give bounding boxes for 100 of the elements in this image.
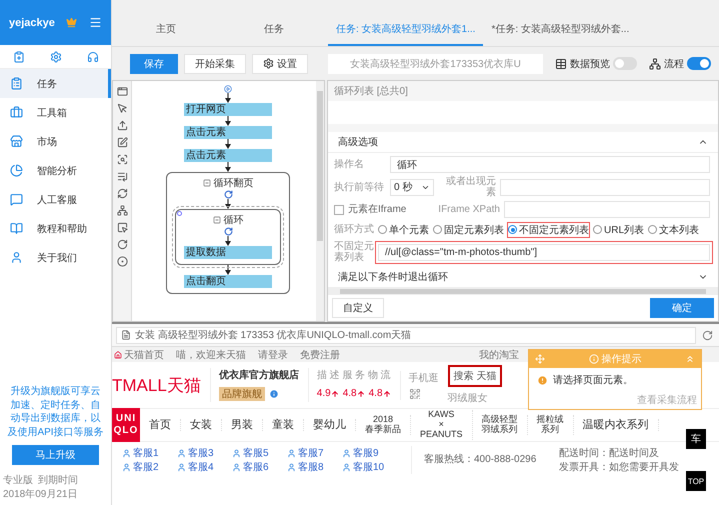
loop-icon — [224, 227, 232, 236]
xpath-field[interactable] — [504, 201, 710, 218]
store-name[interactable]: 优衣库官方旗舰店 — [218, 368, 299, 382]
cart-button[interactable]: 车 — [686, 429, 706, 449]
xpath-list-field[interactable]: //ul[@class="tm-m-photos-thumb"] — [378, 244, 710, 261]
person-icon — [232, 448, 241, 458]
person-icon — [342, 462, 351, 472]
step-node[interactable]: 点击元素 — [184, 126, 272, 139]
nav-link[interactable]: 女装 — [181, 418, 222, 432]
person-icon — [342, 448, 351, 458]
settings-icon[interactable] — [50, 50, 62, 62]
service-link[interactable]: 客服8 — [287, 460, 342, 474]
service-link[interactable]: 客服10 — [342, 460, 397, 474]
mouse-icon[interactable] — [116, 103, 128, 114]
tab[interactable]: *任务: 女装高级轻型羽绒外套... — [483, 22, 638, 46]
service-link[interactable]: 客服1 — [122, 446, 177, 460]
upgrade-promo: 升级为旗舰版可享云加速、定时任务、自动导出到数据库，以及使用API接口等服务 — [6, 385, 105, 439]
user-name: yejackye — [9, 16, 55, 28]
service-link[interactable]: 客服3 — [177, 446, 232, 460]
flow-arrow — [224, 139, 232, 149]
top-link[interactable]: 我的淘宝 — [479, 348, 519, 362]
collapse-icon[interactable] — [202, 179, 210, 187]
upload-icon[interactable] — [116, 120, 128, 131]
search-field[interactable]: 搜索 天猫 — [448, 365, 502, 387]
service-link[interactable]: 客服2 — [122, 460, 177, 474]
up-arrow-icon — [382, 390, 391, 398]
start-button[interactable]: 开始采集 — [184, 54, 246, 74]
step-node[interactable]: 提取数据 — [184, 246, 272, 259]
person-icon — [122, 448, 131, 458]
delivery-info: 配送时间：配送时间及 — [559, 446, 659, 460]
scrollbar[interactable] — [316, 81, 324, 321]
service-link[interactable]: 客服6 — [232, 460, 287, 474]
selection-handle[interactable] — [177, 211, 182, 216]
toggle-switch[interactable] — [687, 57, 711, 70]
collapse-icon[interactable] — [212, 216, 220, 224]
service-link[interactable]: 客服7 — [287, 446, 342, 460]
radio-option[interactable]: 单个元素 — [378, 222, 429, 237]
nav-item[interactable]: 任务 — [0, 69, 111, 98]
top-link[interactable]: 喵，欢迎来天猫 — [176, 348, 246, 362]
service-link[interactable]: 客服9 — [342, 446, 397, 460]
record-icon[interactable] — [116, 256, 128, 267]
hierarchy-icon[interactable] — [116, 205, 128, 216]
step-node[interactable]: 点击元素 — [184, 149, 272, 162]
top-link[interactable]: 免费注册 — [300, 348, 340, 362]
scan-icon[interactable] — [116, 154, 128, 165]
nav-link[interactable]: 温暖内衣系列 — [574, 418, 659, 432]
nav-link[interactable]: 摇粒绒 系列 — [528, 415, 574, 435]
field-label: 操作名 — [334, 159, 365, 170]
flow-arrow — [224, 236, 232, 246]
ok-button[interactable]: 确定 — [650, 298, 714, 318]
radio-option[interactable]: 固定元素列表 — [433, 222, 504, 237]
toggle-switch[interactable] — [613, 57, 637, 70]
upgrade-button[interactable]: 马上升级 — [12, 445, 99, 465]
save-button[interactable]: 保存 — [130, 54, 178, 74]
field-label: 执行前等待 — [334, 182, 385, 193]
element-field[interactable] — [500, 178, 710, 196]
top-link[interactable]: 请登录 — [258, 348, 288, 362]
service-link[interactable]: 客服5 — [232, 446, 287, 460]
nav-link[interactable]: 童装 — [263, 418, 304, 432]
menu-icon[interactable] — [88, 16, 102, 29]
nav-link[interactable]: 首页 — [140, 418, 181, 432]
checkbox[interactable] — [334, 204, 344, 215]
tab[interactable]: 任务 — [220, 22, 328, 46]
section-header[interactable]: 满足以下条件时退出循环 — [328, 267, 718, 288]
radio-option[interactable]: 文本列表 — [648, 222, 700, 237]
wait-select[interactable]: 0 秒 — [390, 178, 434, 196]
loop-node[interactable]: 循环翻页 循环 提取数据 点击翻页 — [166, 172, 290, 294]
loop-node[interactable]: 循环 提取数据 — [175, 209, 281, 265]
radio-option[interactable]: URL列表 — [593, 222, 644, 237]
nav-link[interactable]: KAWS × PEANUTS — [411, 410, 473, 440]
nav-link[interactable]: 男装 — [222, 418, 263, 432]
rotate-icon[interactable] — [116, 239, 128, 250]
step-node[interactable]: 打开网页 — [184, 103, 272, 116]
flow-arrow — [224, 93, 232, 103]
toggle-label: 数据预览 — [570, 58, 610, 70]
service-link[interactable]: 客服4 — [177, 460, 232, 474]
home-icon — [114, 350, 122, 358]
name-field[interactable]: 循环 — [390, 156, 710, 174]
custom-button[interactable]: 自定义 — [332, 298, 384, 318]
settings-button[interactable]: 设置 — [252, 54, 308, 74]
section-header[interactable]: 高级选项 — [328, 132, 718, 154]
scrollbar[interactable] — [328, 288, 718, 295]
nav-link[interactable]: 2018 春季新品 — [356, 415, 411, 435]
top-button[interactable]: TOP — [686, 471, 706, 491]
nav-link[interactable]: 婴幼儿 — [304, 418, 356, 432]
address-field[interactable]: 女装 高级轻型羽绒外套 173353 优衣库UNIQLO-tmall.com天猫 — [116, 326, 696, 344]
list-icon[interactable] — [116, 171, 128, 182]
top-link[interactable]: 天猫首页 — [114, 348, 164, 362]
edit-icon[interactable] — [116, 137, 128, 148]
refresh-icon[interactable] — [116, 188, 128, 199]
reload-icon[interactable] — [702, 330, 713, 340]
step-node[interactable]: 点击翻页 — [184, 275, 272, 288]
nav-link[interactable]: 高级轻型 羽绒系列 — [472, 415, 528, 435]
radio-option[interactable]: 不固定元素列表 — [508, 222, 589, 237]
clipboard-add-icon[interactable] — [12, 50, 24, 62]
tab[interactable]: 主页 — [112, 22, 220, 46]
window-icon[interactable] — [116, 86, 128, 97]
brand-logo: UNI QLO — [112, 408, 140, 442]
pointer-icon[interactable] — [116, 222, 128, 233]
headset-icon[interactable] — [86, 50, 98, 62]
